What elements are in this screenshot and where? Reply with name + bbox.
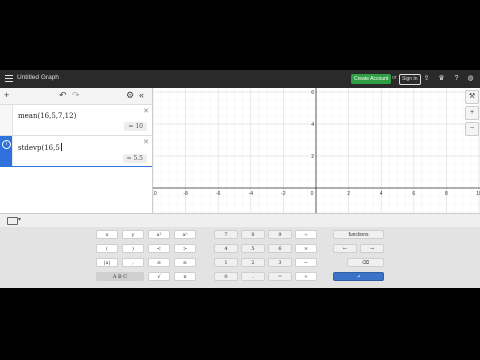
expression-row-active[interactable]: i stdevp(16,5 ≈ 5.5 ✕ [0, 136, 152, 167]
expression-result: ≈ 5.5 [122, 154, 147, 163]
key-left-arrow[interactable]: ← [333, 244, 357, 253]
x-tick-label: 6 [412, 191, 415, 197]
globe-icon[interactable]: ◍ [466, 74, 475, 83]
chevron-down-icon[interactable]: ▾ [18, 216, 21, 223]
x-tick-label: -4 [249, 191, 254, 197]
key-right-arrow[interactable]: → [360, 244, 384, 253]
key-squared[interactable]: a² [148, 230, 170, 239]
key-greater-than[interactable]: > [174, 244, 196, 253]
key-5[interactable]: 5 [241, 244, 265, 253]
share-icon[interactable]: ⇪ [422, 74, 431, 83]
key-multiply[interactable]: × [295, 244, 317, 253]
delete-expression-icon[interactable]: ✕ [143, 107, 149, 115]
x-tick-label: -10 [153, 191, 157, 197]
key-enter[interactable]: ↵ [333, 272, 384, 281]
key-less-than[interactable]: < [148, 244, 170, 253]
graph-paper[interactable]: -10-8-6-4-20246810642-2 [149, 88, 480, 228]
delete-expression-icon[interactable]: ✕ [143, 138, 149, 146]
key-y[interactable]: y [122, 230, 144, 239]
zoom-out-icon[interactable]: − [465, 122, 479, 136]
help-icon[interactable]: ? [452, 74, 461, 83]
x-tick-label: -2 [281, 191, 286, 197]
key-equals[interactable]: = [268, 272, 292, 281]
key-abs[interactable]: |a| [96, 258, 118, 267]
x-tick-label: -6 [216, 191, 221, 197]
key-6[interactable]: 6 [268, 244, 292, 253]
graph-grid[interactable]: -10-8-6-4-20246810642-2 [149, 88, 480, 224]
collapse-panel-icon[interactable]: « [139, 90, 144, 101]
trophy-icon[interactable]: ♛ [437, 74, 446, 83]
functions-button[interactable]: functions [333, 230, 384, 239]
key-minus[interactable]: − [295, 258, 317, 267]
key-comma[interactable]: , [122, 258, 144, 267]
or-text: or [392, 75, 397, 81]
create-account-button[interactable]: Create Account [351, 74, 392, 84]
row-gutter[interactable] [0, 105, 13, 135]
settings-icon[interactable]: ⚙ [126, 90, 134, 101]
key-4[interactable]: 4 [214, 244, 238, 253]
row-gutter-active[interactable]: i [0, 136, 13, 166]
graph-tools: ⚒ + − [465, 90, 479, 138]
x-tick-label: 2 [347, 191, 350, 197]
key-decimal[interactable]: . [241, 272, 265, 281]
menu-icon[interactable] [5, 75, 13, 83]
expression-result: = 10 [124, 122, 147, 131]
expression-text: stdevp(16,5 [18, 144, 60, 152]
x-tick-label: -8 [183, 191, 188, 197]
key-1[interactable]: 1 [214, 258, 238, 267]
key-sqrt[interactable]: √ [148, 272, 170, 281]
key-9[interactable]: 9 [268, 230, 292, 239]
key-divide[interactable]: ÷ [295, 230, 317, 239]
key-pi[interactable]: π [174, 272, 196, 281]
x-tick-label: 0 [311, 191, 314, 197]
key-abc[interactable]: A B C [96, 272, 144, 281]
zoom-in-icon[interactable]: + [465, 106, 479, 120]
key-8[interactable]: 8 [241, 230, 265, 239]
expression-input[interactable]: mean(16,5,7,12) [18, 112, 76, 120]
key-2[interactable]: 2 [241, 258, 265, 267]
expression-input[interactable]: stdevp(16,5 [18, 143, 62, 152]
key-less-equal[interactable]: ≤ [148, 258, 170, 267]
key-backspace[interactable]: ⌫ [347, 258, 384, 267]
key-plus[interactable]: + [295, 272, 317, 281]
key-0[interactable]: 0 [214, 272, 238, 281]
y-tick-label: 2 [311, 154, 314, 160]
key-close-paren[interactable]: ) [122, 244, 144, 253]
expression-row[interactable]: mean(16,5,7,12) = 10 ✕ [0, 105, 152, 136]
x-tick-label: 8 [445, 191, 448, 197]
key-7[interactable]: 7 [214, 230, 238, 239]
top-bar: Untitled Graph Create Account or Sign In… [0, 70, 480, 88]
y-tick-label: 4 [311, 122, 314, 128]
graph-title[interactable]: Untitled Graph [17, 74, 59, 81]
key-power[interactable]: aᵇ [174, 230, 196, 239]
x-tick-label: 4 [380, 191, 383, 197]
info-icon[interactable]: i [2, 140, 11, 149]
redo-icon[interactable]: ↷ [72, 90, 80, 101]
desmos-app: Untitled Graph Create Account or Sign In… [0, 70, 480, 288]
key-3[interactable]: 3 [268, 258, 292, 267]
undo-icon[interactable]: ↶ [59, 90, 67, 101]
expression-toolbar: + ↶ ↷ ⚙ « [0, 88, 152, 105]
wrench-icon[interactable]: ⚒ [465, 90, 479, 104]
sign-in-button[interactable]: Sign In [399, 74, 421, 85]
keypad: x y a² aᵇ ( ) < > |a| , ≤ ≥ A B C √ π 7 … [0, 227, 480, 288]
key-greater-equal[interactable]: ≥ [174, 258, 196, 267]
keypad-bar: ▾ [0, 213, 480, 228]
add-expression-icon[interactable]: + [4, 90, 9, 101]
x-tick-label: 10 [476, 191, 480, 197]
text-cursor [60, 143, 62, 151]
key-open-paren[interactable]: ( [96, 244, 118, 253]
y-tick-label: 6 [311, 90, 314, 96]
keyboard-icon[interactable] [7, 217, 18, 225]
key-x[interactable]: x [96, 230, 118, 239]
